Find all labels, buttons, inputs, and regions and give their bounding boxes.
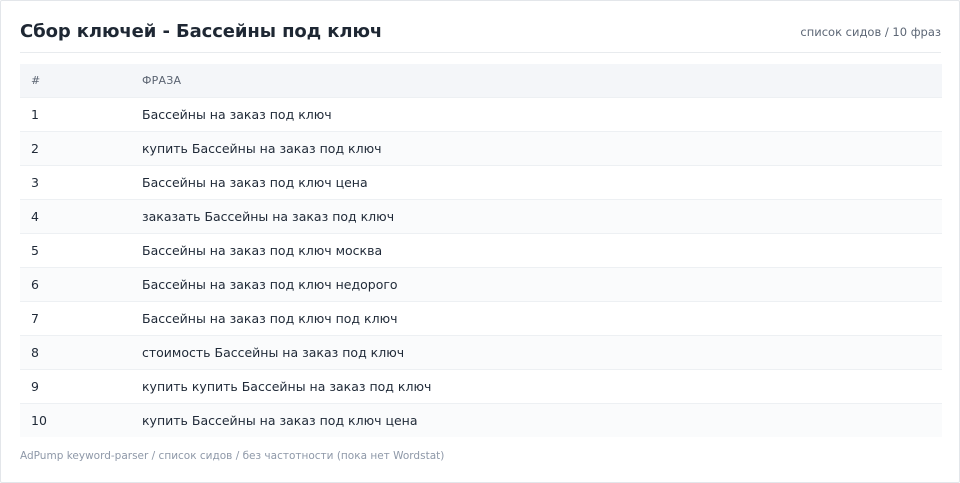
row-phrase: Бассейны на заказ под ключ цена xyxy=(142,165,942,200)
row-number: 5 xyxy=(20,233,142,268)
table-row: 4 заказать Бассейны на заказ под ключ xyxy=(20,199,942,234)
row-phrase: Бассейны на заказ под ключ под ключ xyxy=(142,301,942,336)
row-number: 3 xyxy=(20,165,142,200)
row-number: 7 xyxy=(20,301,142,336)
table-head: # ФРАЗА xyxy=(20,64,942,98)
table-row: 9 купить купить Бассейны на заказ под кл… xyxy=(20,369,942,404)
row-phrase: купить купить Бассейны на заказ под ключ xyxy=(142,369,942,404)
table-row: 7 Бассейны на заказ под ключ под ключ xyxy=(20,301,942,336)
table-row: 2 купить Бассейны на заказ под ключ xyxy=(20,131,942,166)
row-phrase: Бассейны на заказ под ключ москва xyxy=(142,233,942,268)
column-header-phrase: ФРАЗА xyxy=(142,74,182,87)
table-row: 6 Бассейны на заказ под ключ недорого xyxy=(20,267,942,302)
table-body: 1 Бассейны на заказ под ключ 2 купить Ба… xyxy=(20,97,942,437)
column-header-number: # xyxy=(31,74,41,87)
row-number: 8 xyxy=(20,335,142,370)
row-phrase: Бассейны на заказ под ключ недорого xyxy=(142,267,942,302)
keywords-table: # ФРАЗА 1 Бассейны на заказ под ключ 2 к… xyxy=(20,64,942,437)
row-number: 1 xyxy=(20,97,142,132)
table-header-row: # ФРАЗА xyxy=(20,64,942,98)
table-row: 3 Бассейны на заказ под ключ цена xyxy=(20,165,942,200)
row-number: 6 xyxy=(20,267,142,302)
row-phrase: заказать Бассейны на заказ под ключ xyxy=(142,199,942,234)
table-row: 1 Бассейны на заказ под ключ xyxy=(20,97,942,132)
row-phrase: стоимость Бассейны на заказ под ключ xyxy=(142,335,942,370)
row-number: 10 xyxy=(20,403,142,437)
list-meta: список сидов / 10 фраз xyxy=(800,24,941,39)
row-phrase: купить Бассейны на заказ под ключ цена xyxy=(142,403,942,437)
page-title: Сбор ключей - Бассейны под ключ xyxy=(20,21,383,42)
row-number: 4 xyxy=(20,199,142,234)
footer-note: AdPump keyword-parser / список сидов / б… xyxy=(20,450,445,462)
table-row: 10 купить Бассейны на заказ под ключ цен… xyxy=(20,403,942,437)
table-row: 5 Бассейны на заказ под ключ москва xyxy=(20,233,942,268)
row-number: 2 xyxy=(20,131,142,166)
row-phrase: Бассейны на заказ под ключ xyxy=(142,97,942,132)
report-card: Сбор ключей - Бассейны под ключ список с… xyxy=(0,0,960,483)
row-number: 9 xyxy=(20,369,142,404)
table-row: 8 стоимость Бассейны на заказ под ключ xyxy=(20,335,942,370)
row-phrase: купить Бассейны на заказ под ключ xyxy=(142,131,942,166)
card-header: Сбор ключей - Бассейны под ключ список с… xyxy=(20,11,941,53)
